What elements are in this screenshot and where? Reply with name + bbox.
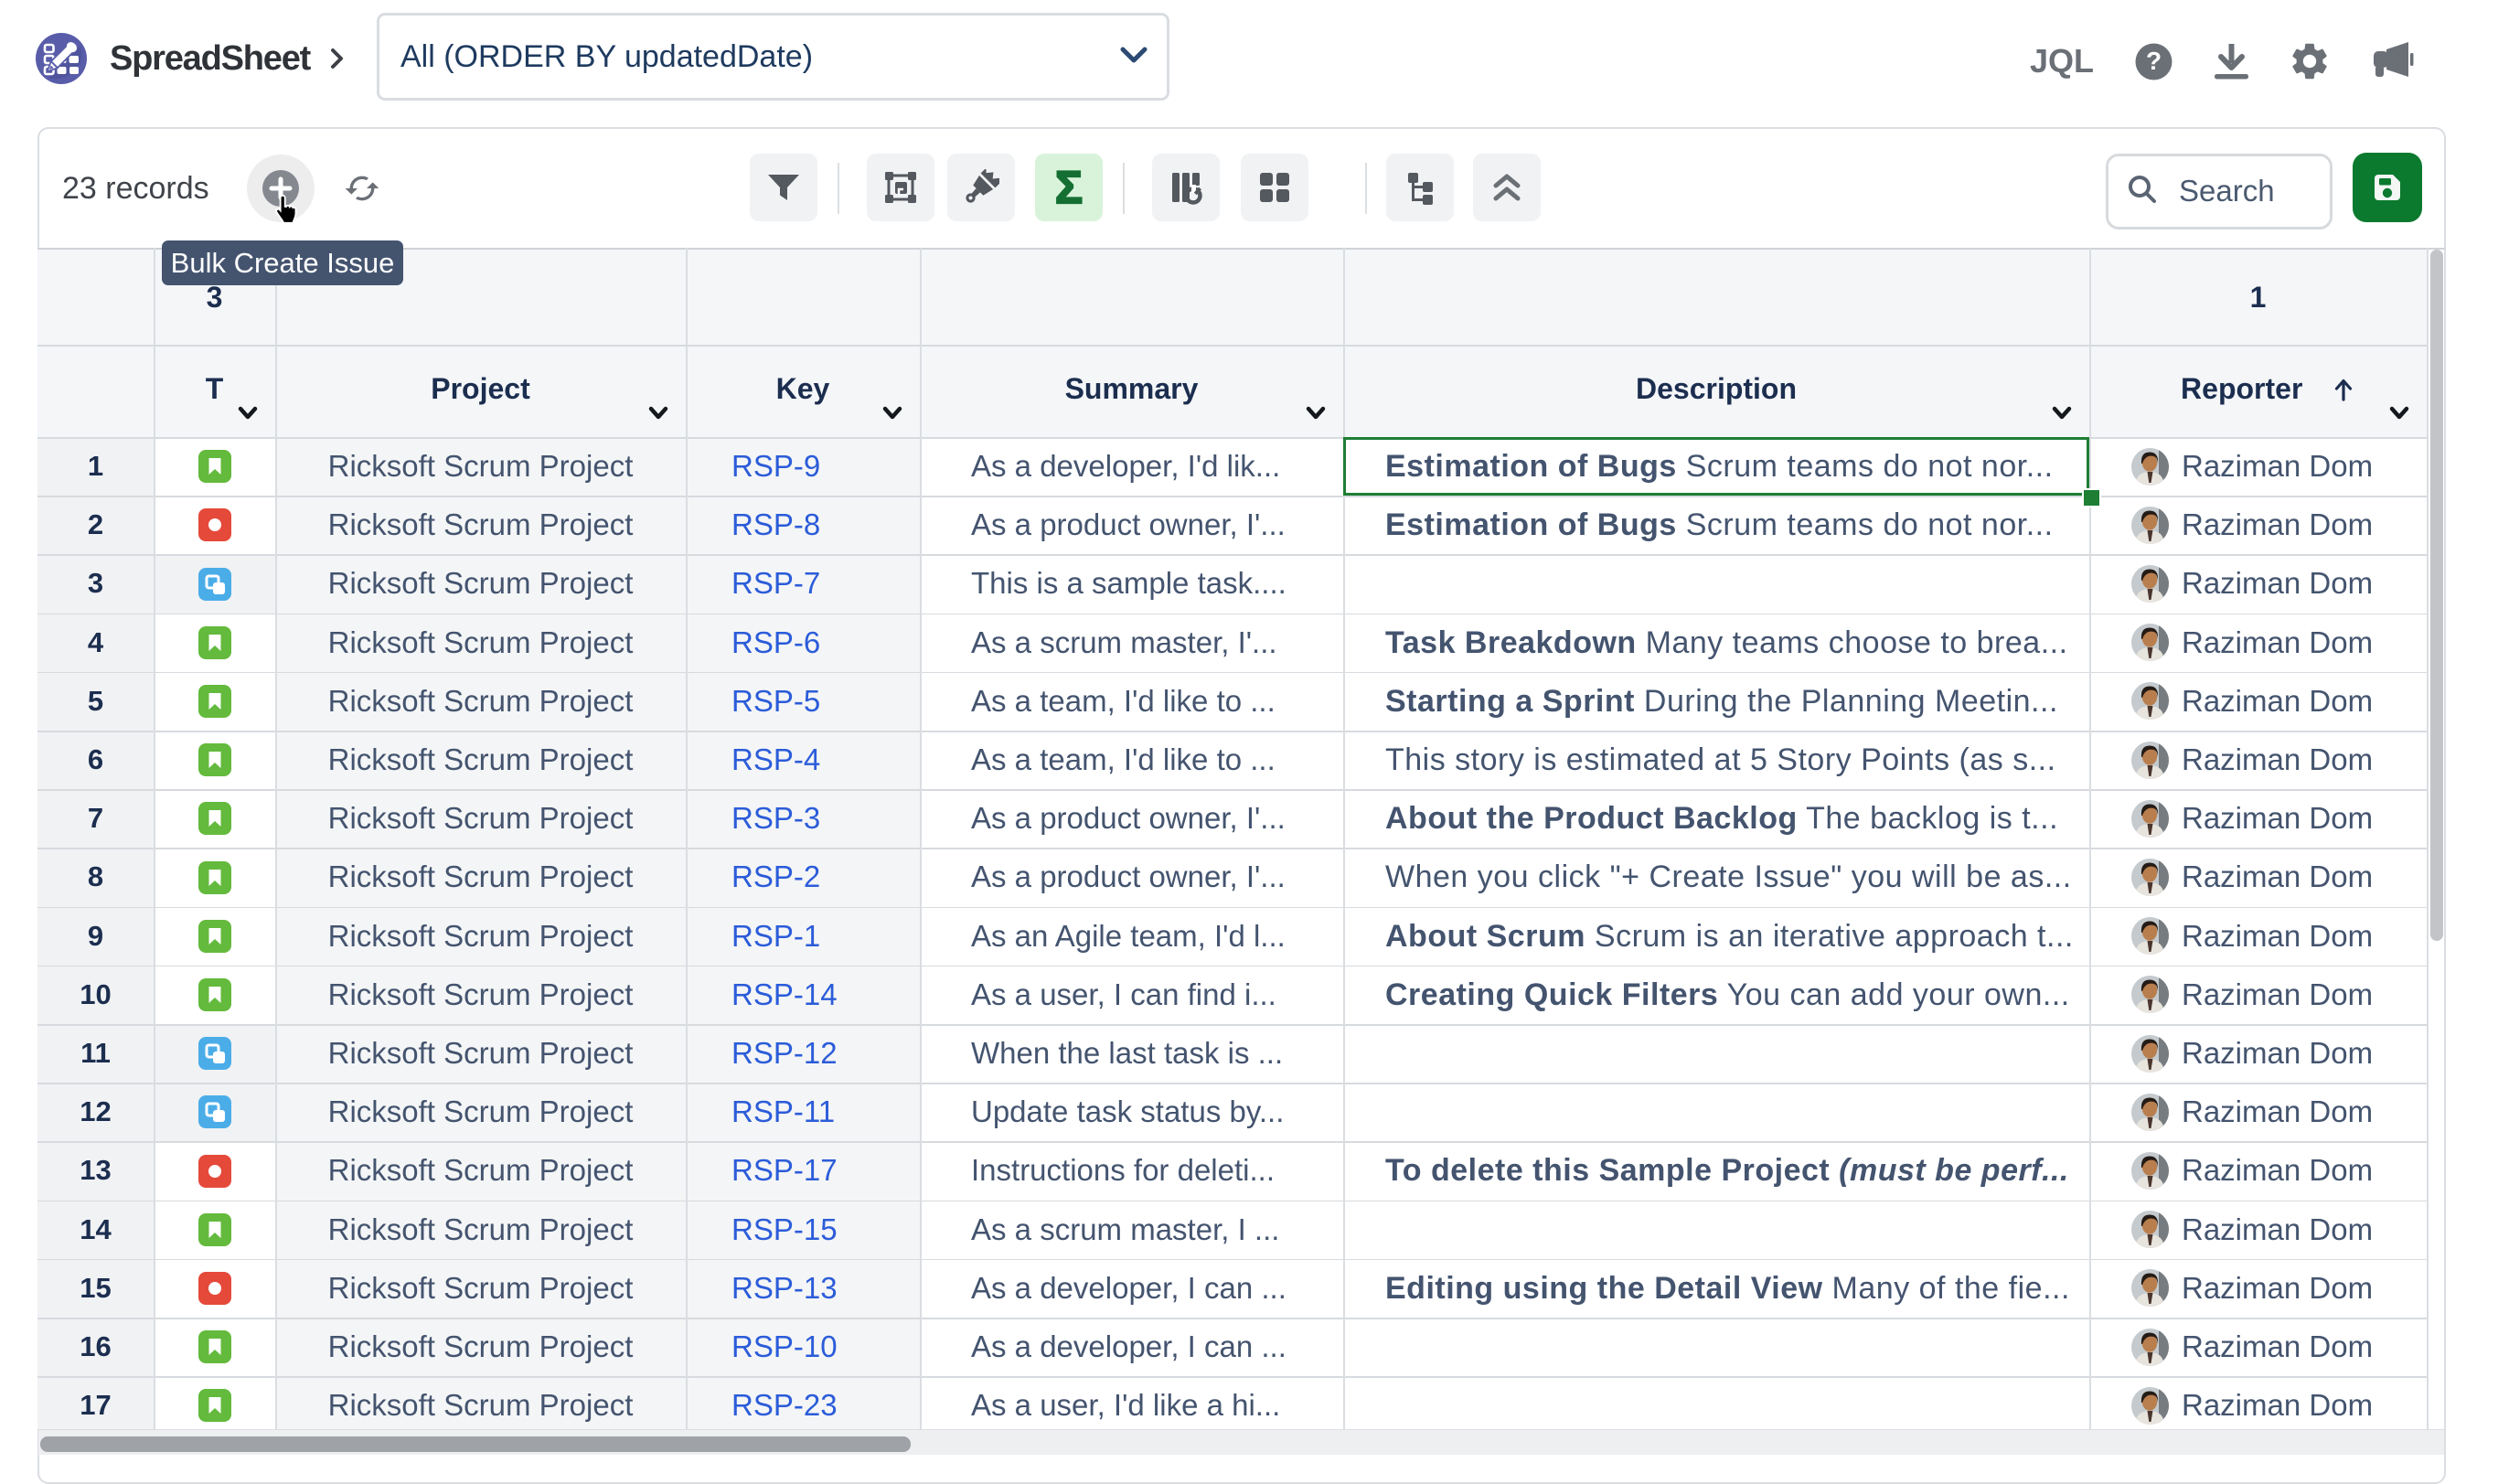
- svg-text:?: ?: [2146, 47, 2162, 75]
